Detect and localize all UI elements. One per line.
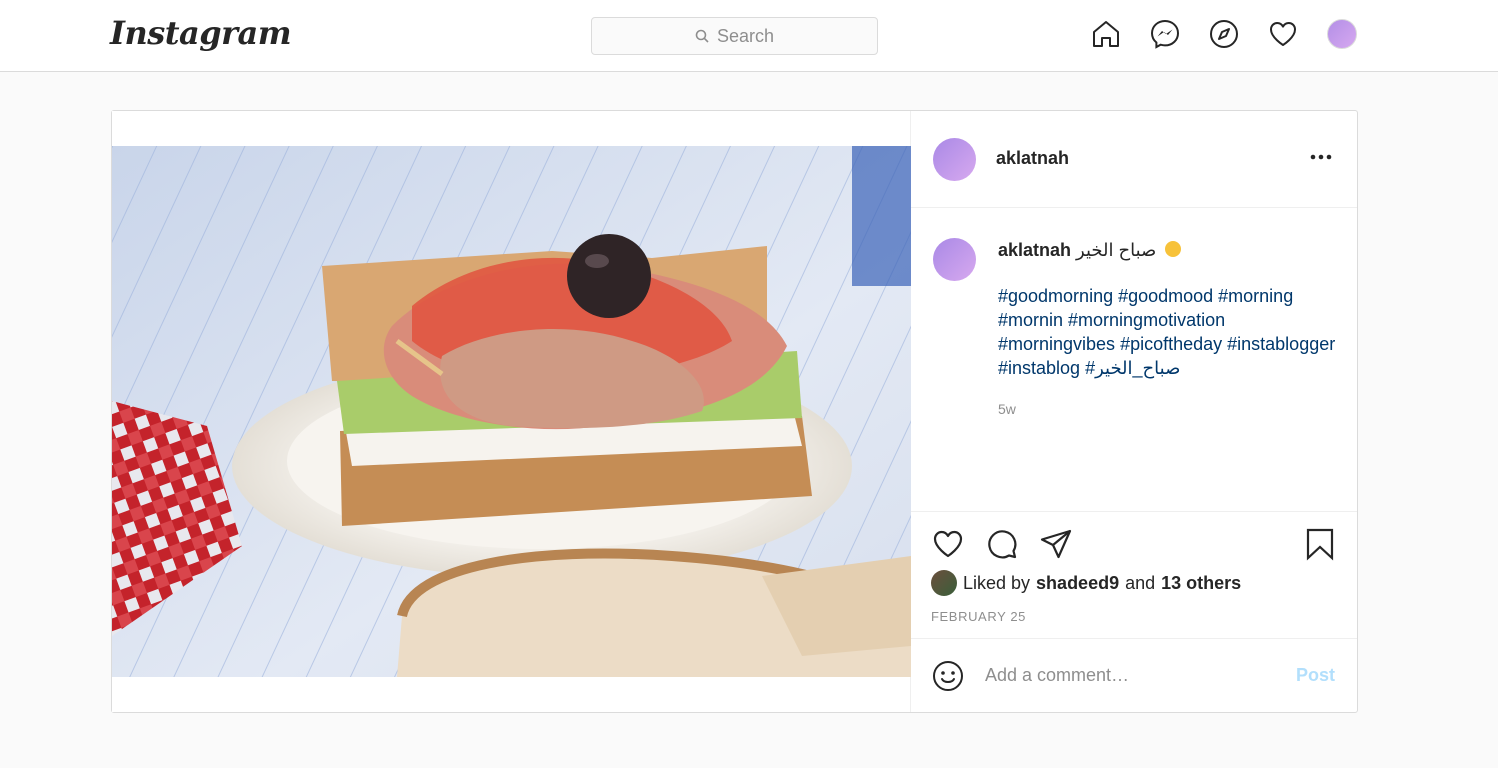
home-icon[interactable]	[1090, 18, 1122, 50]
post-card: aklatnah aklatnah صباح الخير #goodmornin…	[111, 110, 1358, 713]
search-placeholder: Search	[716, 25, 775, 46]
like-heart-icon[interactable]	[931, 527, 965, 561]
post-sidebar: aklatnah aklatnah صباح الخير #goodmornin…	[911, 111, 1357, 712]
avatar	[1327, 19, 1357, 49]
share-icon[interactable]	[1039, 527, 1073, 561]
caption-hashtags[interactable]: #goodmorning #goodmood #morning #mornin …	[998, 284, 1338, 380]
smile-emoji-icon	[1165, 241, 1182, 258]
post-date: FEBRUARY 25	[931, 609, 1026, 624]
liker-avatar[interactable]	[931, 570, 957, 596]
add-comment-bar: Add a comment… Post	[911, 638, 1357, 712]
caption-first-line: aklatnah صباح الخير	[998, 240, 1182, 261]
post-image[interactable]	[112, 146, 911, 677]
post-caption: aklatnah صباح الخير #goodmorning #goodmo…	[911, 208, 1357, 511]
search-icon	[695, 29, 709, 43]
more-options-icon[interactable]	[1307, 145, 1335, 169]
action-icons	[931, 527, 1073, 561]
caption-time-ago: 5w	[998, 401, 1016, 417]
author-avatar[interactable]	[933, 138, 976, 181]
post-actions: Liked by shadeed9 and 13 others FEBRUARY…	[911, 511, 1357, 638]
nav-icons	[1090, 18, 1358, 50]
author-username[interactable]: aklatnah	[996, 148, 1069, 169]
sandwich-photo	[112, 146, 911, 677]
likes-summary: Liked by shadeed9 and 13 others	[931, 570, 1241, 596]
comment-icon[interactable]	[985, 527, 1019, 561]
emoji-picker-icon[interactable]	[931, 659, 965, 693]
caption-text: صباح الخير	[1076, 240, 1157, 260]
comment-input[interactable]: Add a comment…	[985, 665, 1129, 686]
likes-user[interactable]: shadeed9	[1036, 573, 1119, 594]
messenger-icon[interactable]	[1149, 18, 1181, 50]
post-comment-button[interactable]: Post	[1296, 665, 1335, 686]
caption-username[interactable]: aklatnah	[998, 240, 1071, 260]
likes-prefix: Liked by	[963, 572, 1031, 593]
post-header: aklatnah	[911, 111, 1357, 208]
caption-avatar[interactable]	[933, 238, 976, 281]
explore-icon[interactable]	[1208, 18, 1240, 50]
likes-and: and	[1125, 572, 1156, 593]
activity-heart-icon[interactable]	[1267, 18, 1299, 50]
search-input[interactable]: Search	[591, 17, 878, 55]
bookmark-icon[interactable]	[1303, 527, 1337, 561]
post-media	[112, 111, 911, 712]
profile-avatar[interactable]	[1326, 18, 1358, 50]
likes-others[interactable]: 13 others	[1161, 573, 1241, 594]
instagram-logo[interactable]: Instagram	[110, 14, 292, 52]
top-navigation-bar: Instagram Search	[0, 0, 1498, 72]
